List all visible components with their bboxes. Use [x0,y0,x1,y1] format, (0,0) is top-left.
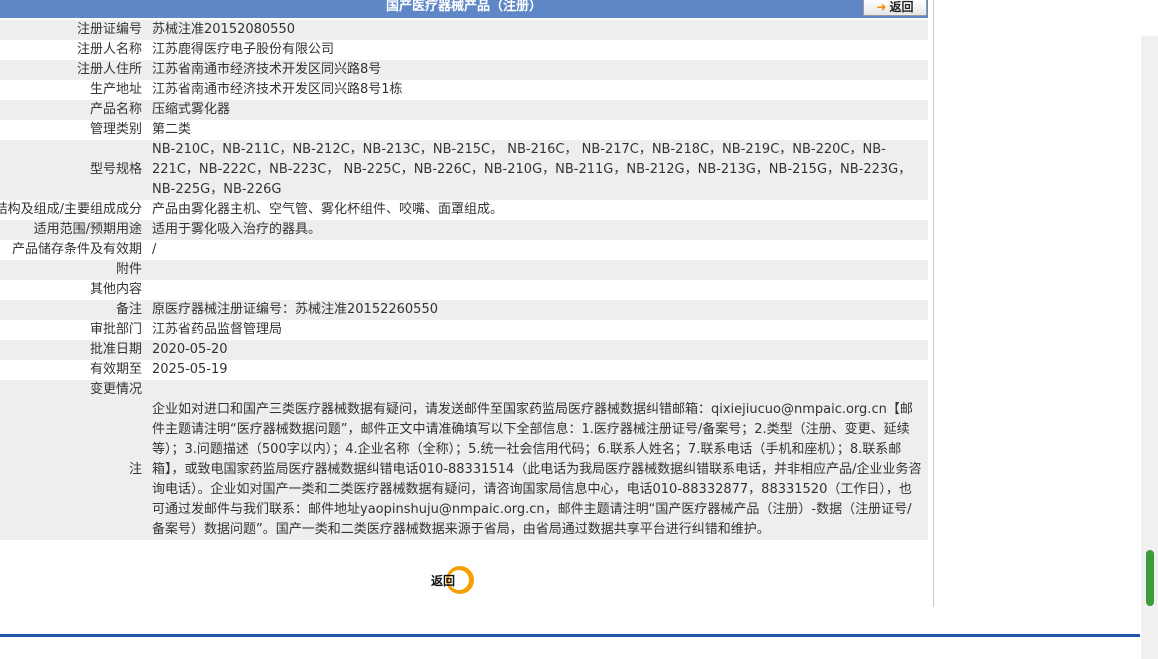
field-label-cell: 其他内容 [0,280,145,300]
back-button-top[interactable]: ➜ 返回 [863,0,927,16]
detail-row: 审批部门 江苏省药品监督管理局 [0,320,928,340]
field-label: 管理类别 [89,122,142,137]
field-label: 结构及组成/主要组成成分 [0,202,142,217]
detail-row: 备注 原医疗器械注册证编号：苏械注准20152260550 [0,300,928,320]
field-label: 适用范围/预期用途 [33,222,142,237]
field-value: / [152,242,157,257]
field-label-cell: 生产地址 [0,80,145,100]
field-label-cell: 审批部门 [0,320,145,340]
detail-row: 注册人住所 江苏省南通市经济技术开发区同兴路8号 [0,60,928,80]
detail-row: 适用范围/预期用途 适用于雾化吸入治疗的器具。 [0,220,928,240]
field-label: 注册人名称 [76,42,142,57]
field-label: 产品名称 [89,102,142,117]
detail-row: 有效期至 2025-05-19 [0,360,928,380]
field-value: NB-210C，NB-211C，NB-212C，NB-213C，NB-215C，… [152,142,912,197]
field-value: 江苏鹿得医疗电子股份有限公司 [152,42,335,57]
field-label-cell: 批准日期 [0,340,145,360]
page-title: 国产医疗器械产品（注册） [385,0,542,14]
field-label-cell: 注册人住所 [0,60,145,80]
field-label: 注册人住所 [76,62,142,77]
field-label: 注册证编号 [76,22,142,37]
detail-row: 变更情况 [0,380,928,400]
field-label-cell: 附件 [0,260,145,280]
detail-row: 批准日期 2020-05-20 [0,340,928,360]
field-value: 第二类 [152,122,192,137]
field-value: 压缩式雾化器 [152,102,231,117]
field-label: 产品储存条件及有效期 [11,242,142,257]
detail-row: 产品储存条件及有效期 / [0,240,928,260]
field-value: 适用于雾化吸入治疗的器具。 [152,222,322,237]
field-label-cell: 产品储存条件及有效期 [0,240,145,260]
detail-row: 附件 [0,260,928,280]
field-label: 型号规格 [89,162,142,177]
field-label-cell: 注册证编号 [0,20,145,40]
detail-row: 管理类别 第二类 [0,120,928,140]
arrow-right-icon: ➜ [876,0,887,14]
field-value [145,280,928,300]
field-value [145,380,928,400]
detail-row: 注册证编号 苏械注准20152080550 [0,20,928,40]
detail-table: 注册证编号 苏械注准20152080550 注册人名称 江苏鹿得医疗电子股份有限公司注… [0,20,928,540]
field-value: 苏械注准20152080550 [152,22,295,37]
field-value: 2025-05-19 [152,362,228,377]
field-label-cell: 备注 [0,300,145,320]
field-label-cell: 结构及组成/主要组成成分 [0,200,145,220]
field-label: 附件 [115,262,142,277]
detail-row: 生产地址 江苏省南通市经济技术开发区同兴路8号1栋 [0,80,928,100]
field-label-cell: 产品名称 [0,100,145,120]
field-label-cell: 变更情况 [0,380,145,400]
page-title-bar: 国产医疗器械产品（注册） [0,0,928,18]
field-label-cell: 适用范围/预期用途 [0,220,145,240]
field-label: 有效期至 [89,362,142,377]
field-label: 审批部门 [89,322,142,337]
back-button-top-label: 返回 [889,0,914,14]
field-value: 2020-05-20 [152,342,228,357]
note-label-cell: 注 [0,400,145,540]
detail-row: 产品名称 压缩式雾化器 [0,100,928,120]
detail-row: 注册人名称 江苏鹿得医疗电子股份有限公司 [0,40,928,60]
field-label-cell: 注册人名称 [0,40,145,60]
field-value [145,260,928,280]
back-button-bottom-label: 返回 [431,574,456,588]
detail-panel: 国产医疗器械产品（注册） ➜ 返回 注册证编号 苏械注准20152080550 注册人… [0,0,934,607]
field-value: 原医疗器械注册证编号：苏械注准20152260550 [152,302,438,317]
field-value: 江苏省南通市经济技术开发区同兴路8号1栋 [152,82,403,97]
footer-divider [0,634,1140,637]
field-label-cell: 管理类别 [0,120,145,140]
field-value: 产品由雾化器主机、空气管、雾化杯组件、咬嘴、面罩组成。 [152,202,504,217]
note-row: 注企业如对进口和国产三类医疗器械数据有疑问，请发送邮件至国家药监局医疗器械数据纠… [0,400,928,540]
back-button-bottom[interactable]: 返回 [430,566,478,594]
note-text: 企业如对进口和国产三类医疗器械数据有疑问，请发送邮件至国家药监局医疗器械数据纠错… [152,402,922,537]
field-label: 其他内容 [89,282,142,297]
note-label: 注 [128,462,142,477]
field-value: 江苏省南通市经济技术开发区同兴路8号 [152,62,382,77]
scrollbar[interactable] [1141,36,1158,659]
field-label: 批准日期 [89,342,142,357]
scrollbar-thumb[interactable] [1146,550,1154,606]
field-value: 江苏省药品监督管理局 [152,322,283,337]
field-label: 变更情况 [89,382,142,397]
detail-row: 型号规格 NB-210C，NB-211C，NB-212C，NB-213C，NB-2… [0,140,928,200]
field-label-cell: 有效期至 [0,360,145,380]
detail-row: 其他内容 [0,280,928,300]
detail-row: 结构及组成/主要组成成分 产品由雾化器主机、空气管、雾化杯组件、咬嘴、面罩组成。 [0,200,928,220]
field-label: 生产地址 [89,82,142,97]
field-label: 备注 [115,302,142,317]
field-label-cell: 型号规格 [0,140,145,200]
